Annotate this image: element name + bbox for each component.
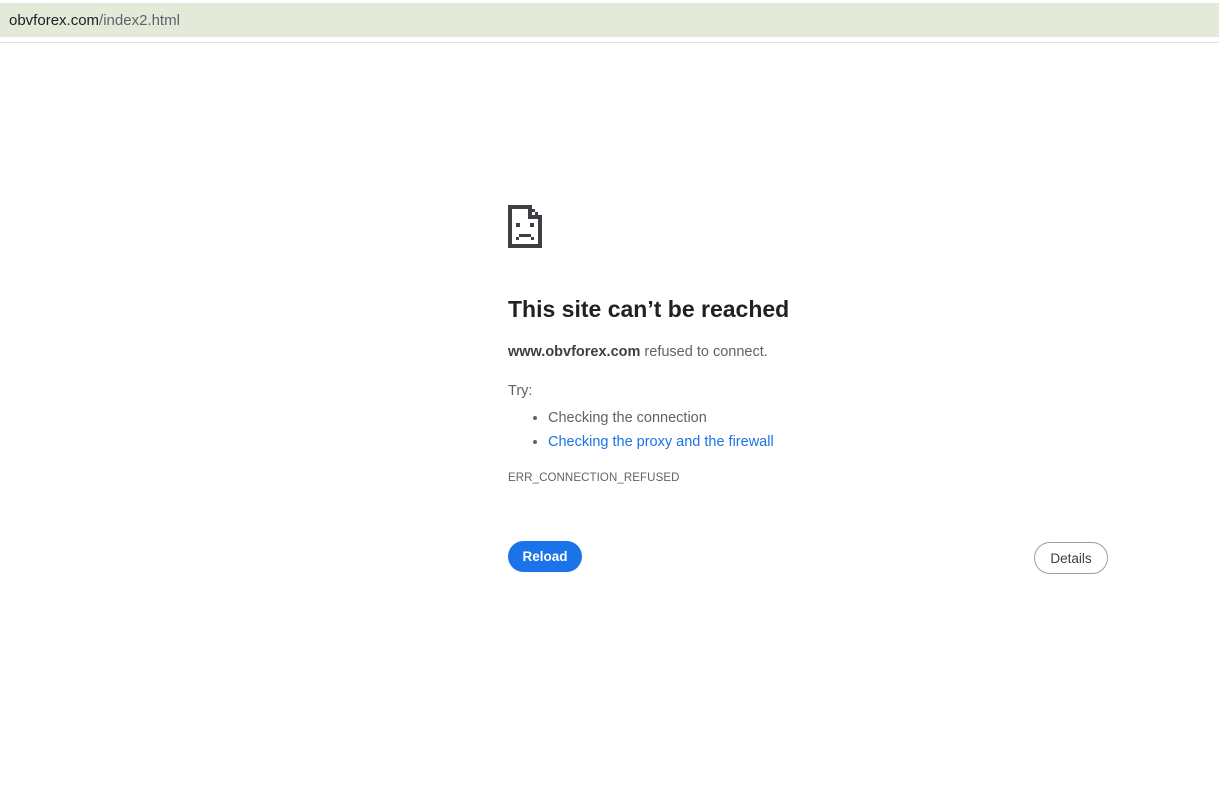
suggestion-item: Checking the proxy and the firewall	[548, 430, 774, 454]
suggestions-list: Checking the connection Checking the pro…	[508, 406, 774, 454]
suggestion-item: Checking the connection	[548, 406, 774, 430]
error-title: This site can’t be reached	[508, 296, 790, 322]
error-message: refused to connect.	[640, 344, 768, 360]
address-bar[interactable]: obvforex.com/index2.html	[0, 3, 1219, 37]
suggestion-check-connection: Checking the connection	[548, 410, 707, 426]
error-code: ERR_CONNECTION_REFUSED	[508, 472, 680, 484]
address-path: /index2.html	[99, 11, 180, 29]
sad-page-icon	[508, 205, 542, 248]
error-host: www.obvforex.com	[508, 344, 641, 360]
address-divider	[0, 42, 1219, 43]
try-label: Try:	[508, 383, 533, 399]
error-summary: www.obvforex.com refused to connect.	[508, 344, 768, 360]
suggestion-proxy-firewall-link[interactable]: Checking the proxy and the firewall	[548, 434, 774, 450]
reload-button[interactable]: Reload	[508, 541, 582, 572]
address-host: obvforex.com	[9, 11, 100, 29]
details-button[interactable]: Details	[1034, 542, 1108, 574]
